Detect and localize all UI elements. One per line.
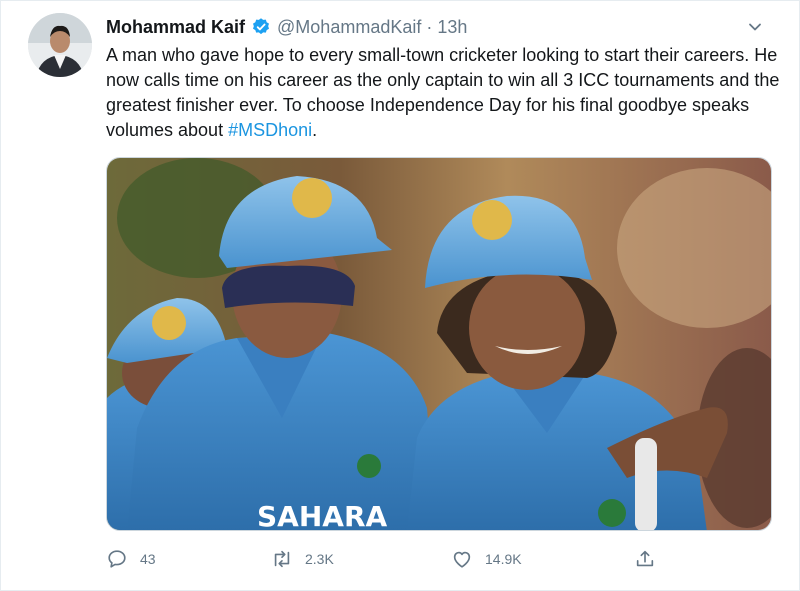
retweet-count: 2.3K	[305, 551, 334, 567]
reply-count: 43	[140, 551, 156, 567]
avatar[interactable]	[28, 13, 92, 77]
retweet-icon	[274, 550, 290, 568]
share-icon	[636, 550, 654, 567]
reply-icon	[108, 550, 126, 568]
tweet-header: Mohammad Kaif @MohammadKaif · 13h	[106, 15, 779, 39]
timestamp[interactable]: 13h	[437, 17, 467, 38]
jersey-text: SAHARA	[257, 500, 388, 531]
separator-dot: ·	[426, 16, 433, 37]
tweet-card[interactable]: Mohammad Kaif @MohammadKaif · 13h A man …	[0, 0, 800, 591]
photo-image: SAHARA	[107, 158, 771, 531]
verified-icon	[253, 18, 270, 35]
like-count: 14.9K	[485, 551, 522, 567]
reply-button[interactable]: 43	[106, 545, 156, 573]
like-button[interactable]: 14.9K	[451, 545, 522, 573]
display-name[interactable]: Mohammad Kaif	[106, 17, 245, 38]
tweet-photo[interactable]: SAHARA	[106, 157, 772, 531]
tweet-text-end: .	[312, 120, 318, 140]
tweet-text: A man who gave hope to every small-town …	[106, 43, 786, 143]
tweet-actions: 43 2.3K 14.9K	[106, 545, 666, 573]
avatar-image	[28, 13, 92, 77]
tweet-text-main: A man who gave hope to every small-town …	[106, 45, 780, 140]
caret-down-icon[interactable]	[747, 19, 763, 35]
like-icon	[453, 551, 471, 568]
share-button[interactable]	[634, 545, 668, 573]
retweet-button[interactable]: 2.3K	[271, 545, 334, 573]
handle[interactable]: @MohammadKaif	[277, 17, 421, 38]
hashtag-link[interactable]: #MSDhoni	[228, 120, 312, 140]
